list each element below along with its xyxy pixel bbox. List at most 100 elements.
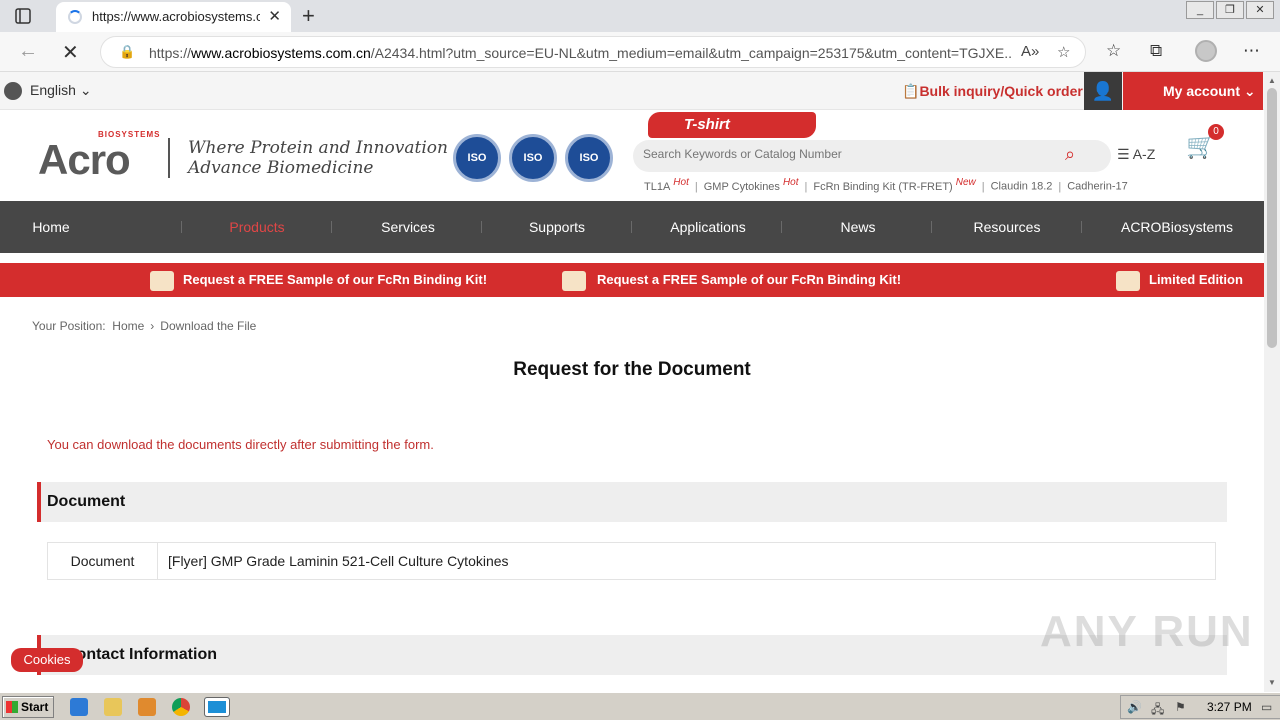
url-text: https://www.acrobiosystems.com.cn/A2434.… [149, 45, 1011, 61]
browser-tab[interactable]: https://www.acrobiosystems.cc ✕ [56, 2, 291, 32]
bulk-inquiry-link[interactable]: 📋Bulk inquiry/Quick order [902, 83, 1083, 100]
more-menu-icon[interactable]: ⋯ [1243, 41, 1260, 61]
clipboard-icon: 📋 [902, 83, 920, 99]
my-account-button[interactable]: My account ⌄ [1123, 72, 1263, 110]
cookies-button[interactable]: Cookies [11, 648, 83, 672]
volume-icon[interactable]: 🔊 [1127, 700, 1142, 714]
media-player-icon[interactable] [138, 698, 156, 716]
tshirt-promo-badge[interactable]: T-shirt [648, 112, 816, 138]
hamburger-icon: ☰ [1117, 146, 1130, 162]
windows-logo-icon [6, 701, 18, 713]
document-row: Document [Flyer] GMP Grade Laminin 521-C… [47, 542, 1216, 580]
page-title: Request for the Document [513, 359, 751, 380]
acro-logo[interactable]: BIOSYSTEMS Acro [38, 130, 159, 184]
document-label: Document [48, 543, 158, 579]
scroll-down-icon[interactable]: ▼ [1268, 678, 1276, 687]
minimize-icon[interactable]: _ [1186, 1, 1214, 19]
promo-banner[interactable]: Request a FREE Sample of our FcRn Bindin… [0, 263, 1264, 297]
breadcrumb-home[interactable]: Home [112, 319, 144, 333]
watermark: ANY RUN [1040, 607, 1254, 656]
ie-icon[interactable] [70, 698, 88, 716]
windows-taskbar: Start 🔊 🖧 ⚑ 3:27 PM ▭ [0, 692, 1280, 720]
url-field[interactable]: 🔒 https://www.acrobiosystems.com.cn/A243… [100, 36, 1086, 68]
utility-bar: English ⌄ 📋Bulk inquiry/Quick order 👤 My… [0, 72, 1264, 110]
iso-badge-icon: ISO [565, 134, 613, 182]
hot-link[interactable]: Claudin 18.2 [991, 181, 1053, 193]
nav-acrobiosystems[interactable]: ACROBiosystems [1102, 201, 1252, 253]
flag-icon[interactable]: ⚑ [1175, 700, 1186, 714]
chevron-down-icon: ⌄ [1243, 83, 1256, 99]
tab-actions-icon[interactable] [14, 7, 32, 25]
network-icon[interactable]: 🖧 [1151, 700, 1164, 721]
nav-services[interactable]: Services [333, 201, 483, 253]
search-icon[interactable]: ⌕ [1065, 144, 1075, 165]
section-heading-document: Document [37, 482, 1227, 522]
hot-link[interactable]: GMP Cytokines Hot [704, 177, 799, 193]
language-selector[interactable]: English ⌄ [4, 82, 92, 101]
favorites-icon[interactable]: ☆ [1106, 41, 1121, 61]
search-input[interactable] [643, 147, 1043, 161]
search-box: ⌕ [633, 140, 1111, 172]
nav-applications[interactable]: Applications [633, 201, 783, 253]
party-icon [1116, 271, 1140, 291]
iso-badge-icon: ISO [509, 134, 557, 182]
lock-icon[interactable]: 🔒 [119, 44, 135, 60]
chevron-right-icon: › [150, 319, 155, 333]
chrome-icon[interactable] [172, 698, 190, 716]
cart-count-badge: 0 [1208, 124, 1224, 140]
restore-icon[interactable]: ❐ [1216, 1, 1244, 19]
breadcrumb-current: Download the File [160, 319, 257, 333]
language-label: English [30, 82, 76, 98]
nav-resources[interactable]: Resources [932, 201, 1082, 253]
edge-icon[interactable] [204, 697, 230, 717]
address-bar: ← ✕ 🔒 https://www.acrobiosystems.com.cn/… [0, 32, 1280, 72]
add-favorite-icon[interactable]: ☆ [1057, 43, 1070, 61]
form-notice: You can download the documents directly … [47, 437, 434, 452]
main-navigation: Home Products Services Supports Applicat… [0, 201, 1264, 253]
slogan: Where Protein and Innovation Advance Bio… [168, 138, 448, 178]
stop-loading-icon[interactable]: ✕ [62, 40, 79, 65]
nav-products[interactable]: Products [182, 201, 332, 253]
az-index-link[interactable]: ☰ A-Z [1117, 146, 1155, 163]
iso-badge-icon: ISO [453, 134, 501, 182]
globe-icon [4, 82, 22, 101]
document-value: [Flyer] GMP Grade Laminin 521-Cell Cultu… [168, 553, 509, 569]
nav-supports[interactable]: Supports [482, 201, 632, 253]
hot-links: TL1A Hot | GMP Cytokines Hot | FcRn Binding Ki… [644, 177, 1128, 193]
hot-link[interactable]: FcRn Binding Kit (TR-FRET) New [813, 177, 975, 193]
close-tab-icon[interactable]: ✕ [268, 7, 281, 25]
clock: 3:27 PM [1207, 700, 1252, 714]
profile-avatar[interactable] [1195, 40, 1217, 62]
promo-message: Request a FREE Sample of our FcRn Bindin… [597, 272, 902, 287]
breadcrumb: Your Position: Home › Download the File [32, 319, 257, 333]
user-icon[interactable]: 👤 [1084, 72, 1122, 110]
megaphone-icon [562, 271, 586, 291]
hot-link[interactable]: Cadherin-17 [1067, 181, 1128, 193]
scroll-up-icon[interactable]: ▲ [1268, 76, 1276, 85]
web-page: English ⌄ 📋Bulk inquiry/Quick order 👤 My… [0, 72, 1264, 692]
loading-spinner-icon [68, 10, 82, 24]
folder-icon[interactable] [104, 698, 122, 716]
site-header: BIOSYSTEMS Acro Where Protein and Innovat… [0, 110, 1264, 201]
back-icon[interactable]: ← [18, 40, 38, 63]
promo-message: Request a FREE Sample of our FcRn Bindin… [183, 272, 488, 287]
page-scrollbar[interactable]: ▲ ▼ [1264, 72, 1280, 692]
read-aloud-icon[interactable]: A» [1021, 43, 1039, 60]
scrollbar-thumb[interactable] [1267, 88, 1277, 348]
collections-icon[interactable]: ⧉ [1150, 41, 1162, 61]
browser-tab-bar: https://www.acrobiosystems.cc ✕ + _ ❐ ✕ [0, 0, 1280, 32]
nav-home[interactable]: Home [0, 201, 126, 253]
chevron-down-icon: ⌄ [79, 82, 92, 98]
cart-icon[interactable]: 🛒 0 [1186, 124, 1224, 162]
hot-link[interactable]: TL1A Hot [644, 177, 689, 193]
promo-message: Limited Edition [1149, 272, 1243, 287]
new-tab-icon[interactable]: + [302, 3, 315, 29]
nav-news[interactable]: News [783, 201, 933, 253]
start-button[interactable]: Start [2, 696, 54, 718]
window-controls: _ ❐ ✕ [1184, 1, 1274, 19]
system-tray: 🔊 🖧 ⚑ 3:27 PM ▭ [1120, 695, 1280, 719]
close-window-icon[interactable]: ✕ [1246, 1, 1274, 19]
tab-title: https://www.acrobiosystems.cc [92, 9, 260, 24]
show-desktop-icon[interactable]: ▭ [1261, 700, 1272, 714]
party-icon [150, 271, 174, 291]
